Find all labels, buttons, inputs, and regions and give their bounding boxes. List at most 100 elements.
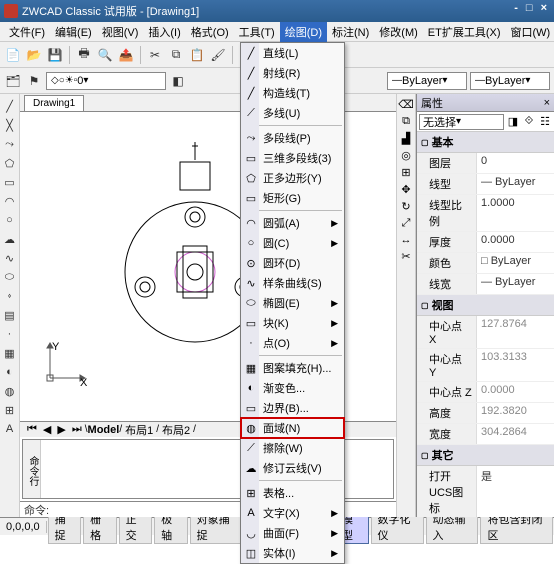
menu-view[interactable]: 视图(V) [97, 22, 144, 42]
menu-item[interactable]: ·点(O)▶ [241, 333, 344, 353]
table-icon[interactable]: ⊞ [2, 402, 18, 418]
array-icon[interactable]: ⊞ [401, 166, 410, 179]
cut-icon[interactable]: ✂ [146, 46, 164, 64]
menu-item[interactable]: ╱构造线(T) [241, 83, 344, 103]
group-basic[interactable]: 基本 [417, 132, 554, 153]
gradient-icon[interactable]: ◐ [2, 364, 18, 380]
line-icon[interactable]: ╱ [2, 98, 18, 114]
menu-item[interactable]: ◐渐变色... [241, 378, 344, 398]
menu-item[interactable]: ⟋多线(U) [241, 103, 344, 123]
offset-icon[interactable]: ◎ [401, 149, 411, 162]
menu-item[interactable]: ╱射线(R) [241, 63, 344, 83]
menu-format[interactable]: 格式(O) [186, 22, 234, 42]
close-button[interactable]: × [538, 2, 550, 14]
menu-item[interactable]: ◡曲面(F)▶ [241, 523, 344, 543]
menu-item[interactable]: ⬭椭圆(E)▶ [241, 293, 344, 313]
panel-close-icon[interactable]: × [544, 97, 550, 109]
tab-nav-first[interactable]: ⏮ [24, 423, 40, 436]
menu-tools[interactable]: 工具(T) [234, 22, 280, 42]
ellipsearc-icon[interactable]: ⬫ [2, 288, 18, 304]
properties-header[interactable]: 属性× [417, 94, 554, 112]
menu-edit[interactable]: 编辑(E) [50, 22, 97, 42]
ellipse-icon[interactable]: ⬭ [2, 269, 18, 285]
menu-item[interactable]: ▭块(K)▶ [241, 313, 344, 333]
polygon-icon[interactable]: ⬠ [2, 155, 18, 171]
menu-draw[interactable]: 绘图(D) [280, 22, 327, 42]
region-icon[interactable]: ◍ [2, 383, 18, 399]
menu-item[interactable]: ◠圆弧(A)▶ [241, 213, 344, 233]
menu-item[interactable]: ⟋擦除(W) [241, 438, 344, 458]
tab-nav-last[interactable]: ⏭ [69, 423, 85, 436]
save-icon[interactable]: 💾 [46, 46, 64, 64]
menu-item[interactable]: ○圆(C)▶ [241, 233, 344, 253]
menu-dimension[interactable]: 标注(N) [327, 22, 374, 42]
menu-item[interactable]: ◫实体(I)▶ [241, 543, 344, 563]
paste-icon[interactable]: 📋 [188, 46, 206, 64]
layerstate-icon[interactable]: ⚑ [25, 72, 43, 90]
menu-insert[interactable]: 插入(I) [143, 22, 185, 42]
prop-ic2-icon[interactable]: ⟐ [522, 115, 536, 129]
lineweight-dropdown[interactable]: — ByLayer ▾ [470, 72, 550, 90]
group-other[interactable]: 其它 [417, 445, 554, 466]
menu-item[interactable]: ⊞表格... [241, 483, 344, 503]
menu-item[interactable]: ▭三维多段线(3) [241, 148, 344, 168]
menu-item[interactable]: ∿样条曲线(S) [241, 273, 344, 293]
minimize-button[interactable]: - [511, 2, 521, 14]
mirror-icon[interactable]: ▟ [402, 132, 410, 145]
menu-et[interactable]: ET扩展工具(X) [423, 22, 506, 42]
menu-item[interactable]: ☁修订云线(V) [241, 458, 344, 478]
menu-window[interactable]: 窗口(W) [506, 22, 554, 42]
maximize-button[interactable]: □ [523, 2, 536, 14]
copy-icon[interactable]: ⧉ [167, 46, 185, 64]
match-icon[interactable]: 🖌 [209, 46, 227, 64]
open-icon[interactable]: 📂 [25, 46, 43, 64]
tab-layout1[interactable]: 布局1 [122, 422, 156, 438]
tab-layout2[interactable]: 布局2 [159, 422, 193, 438]
tab-nav-next[interactable]: ▶ [54, 423, 68, 436]
menu-item[interactable]: A文字(X)▶ [241, 503, 344, 523]
new-icon[interactable]: 📄 [4, 46, 22, 64]
prop-ic1-icon[interactable]: ◨ [506, 115, 520, 129]
publish-icon[interactable]: 📤 [117, 46, 135, 64]
prop-ic3-icon[interactable]: ☷ [538, 115, 552, 129]
erase-icon[interactable]: ⌫ [398, 98, 414, 111]
menu-item[interactable]: ▭边界(B)... [241, 398, 344, 418]
spline-icon[interactable]: ∿ [2, 250, 18, 266]
doc-tab[interactable]: Drawing1 [24, 95, 84, 111]
stretch-icon[interactable]: ↔ [401, 234, 412, 246]
rect-icon[interactable]: ▭ [2, 174, 18, 190]
xline-icon[interactable]: ╳ [2, 117, 18, 133]
group-view[interactable]: 视图 [417, 295, 554, 316]
move-icon[interactable]: ✥ [401, 183, 410, 196]
hatch-icon[interactable]: ▦ [2, 345, 18, 361]
cloud-icon[interactable]: ☁ [2, 231, 18, 247]
layer-icon[interactable]: 🗂 [4, 72, 22, 90]
trim-icon[interactable]: ✂ [401, 250, 410, 263]
menu-modify[interactable]: 修改(M) [374, 22, 423, 42]
properties-tree[interactable]: 基本 图层0 线型— ByLayer 线型比例1.0000 厚度0.0000 颜… [417, 132, 554, 517]
rotate-icon[interactable]: ↻ [401, 200, 410, 213]
point-icon[interactable]: · [2, 326, 18, 342]
scale-icon[interactable]: ⤢ [402, 217, 411, 230]
menu-item[interactable]: ╱直线(L) [241, 43, 344, 63]
copy2-icon[interactable]: ⧉ [402, 115, 410, 128]
block-icon[interactable]: ▤ [2, 307, 18, 323]
menu-item[interactable]: ◍面域(N) [241, 418, 344, 438]
menu-file[interactable]: 文件(F) [4, 22, 50, 42]
menu-item[interactable]: ⊙圆环(D) [241, 253, 344, 273]
selection-dropdown[interactable]: 无选择 ▾ [419, 114, 504, 130]
menu-item[interactable]: ⬠正多边形(Y) [241, 168, 344, 188]
menu-item[interactable]: ▭矩形(G) [241, 188, 344, 208]
tab-model[interactable]: Model [88, 424, 120, 436]
layeriso-icon[interactable]: ◧ [169, 72, 187, 90]
layer-dropdown[interactable]: ◇○☀▫ 0 ▾ [46, 72, 166, 90]
menu-item[interactable]: ▦图案填充(H)... [241, 358, 344, 378]
linetype-dropdown[interactable]: — ByLayer ▾ [387, 72, 467, 90]
menu-item[interactable]: ⤳多段线(P) [241, 128, 344, 148]
text-icon[interactable]: A [2, 421, 18, 437]
preview-icon[interactable]: 🔍 [96, 46, 114, 64]
tab-nav-prev[interactable]: ◀ [40, 423, 54, 436]
circle-icon[interactable]: ○ [2, 212, 18, 228]
arc-icon[interactable]: ◠ [2, 193, 18, 209]
print-icon[interactable]: 🖶 [75, 46, 93, 64]
